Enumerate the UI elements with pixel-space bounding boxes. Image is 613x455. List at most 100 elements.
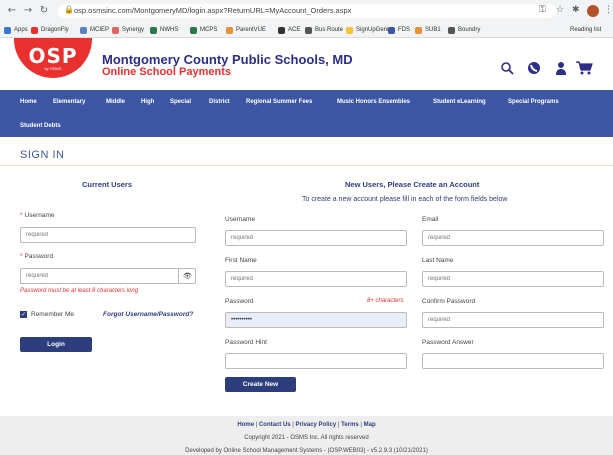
bookmark-parentvue[interactable]: ParentVUE (226, 25, 266, 35)
login-username-input[interactable] (20, 227, 196, 243)
bookmark-label: Apps (14, 27, 28, 33)
bookmark-icon (4, 26, 11, 34)
bookmark-icon (448, 26, 455, 34)
password-hint-input[interactable] (225, 353, 407, 369)
remember-checkbox[interactable]: ✓ (20, 311, 27, 318)
confirm-password-input[interactable] (422, 312, 604, 328)
new-username-label: Username (225, 216, 255, 223)
bookmark-bus-route[interactable]: Bus Route (305, 25, 343, 35)
new-password-label: Password (225, 298, 254, 305)
bookmark-icon (226, 26, 233, 34)
forgot-link[interactable]: Forgot Username/Password? (103, 311, 193, 318)
last-name-label: Last Name (422, 257, 454, 264)
nav-student-debts[interactable]: Student Debts (20, 123, 61, 129)
nav-music-honors[interactable]: Music Honors Ensembles (337, 99, 410, 105)
bookmark-ace[interactable]: ACE (278, 25, 300, 35)
remember-label: Remember Me (31, 311, 74, 318)
nav-student-elearning[interactable]: Student eLearning (433, 99, 486, 105)
bookmark-label: MCPS (200, 27, 218, 33)
school-name: Montgomery County Public Schools, MD (102, 52, 353, 67)
bookmark-label: Boundry (458, 27, 481, 33)
login-button[interactable]: Login (20, 337, 92, 352)
first-name-input[interactable] (225, 271, 407, 287)
back-icon[interactable]: ← (6, 5, 18, 17)
url-text: osp.osmsinc.com/MontgomeryMD/login.aspx?… (74, 6, 352, 15)
page-title: SIGN IN (20, 149, 65, 161)
new-password-input[interactable]: •••••••••• (225, 312, 407, 328)
password-length-hint: 8+ characters (367, 298, 404, 304)
reading-list[interactable]: Reading list (570, 25, 601, 35)
nav-high[interactable]: High (141, 99, 154, 105)
password-answer-input[interactable] (422, 353, 604, 369)
bookmark-mcps[interactable]: MCPS (190, 25, 217, 35)
user-icon[interactable] (555, 61, 567, 79)
nav-regional-summer-fees[interactable]: Regional Summer Fees (246, 99, 312, 105)
bookmark-mciep[interactable]: MCIEP (80, 25, 109, 35)
bookmark-label: ACE (288, 27, 301, 33)
password-answer-label: Password Answer (422, 339, 474, 346)
osp-logo[interactable]: OSP by OSMS (14, 38, 92, 78)
developed-by: Developed by Online School Management Sy… (185, 448, 428, 454)
bookmark-icon (150, 26, 157, 34)
bookmarks-bar: Apps DragonFly MCIEP Synergy NWHS MCPS ParentV… (0, 23, 613, 37)
profile-avatar[interactable] (587, 5, 599, 17)
login-password-input[interactable] (20, 268, 196, 284)
footer-link-privacy[interactable]: Privacy Policy (296, 422, 337, 428)
bookmark-apps[interactable]: Apps (4, 25, 28, 35)
forward-icon[interactable]: → (22, 5, 34, 17)
bookmark-label: Synergy (122, 27, 145, 33)
bookmark-boundry[interactable]: Boundry (448, 25, 480, 35)
bookmark-label: NWHS (160, 27, 179, 33)
footer-link-map[interactable]: Map (364, 422, 376, 428)
url-bar[interactable]: 🔒 osp.osmsinc.com/MontgomeryMD/login.asp… (58, 4, 556, 18)
bookmark-label: FDS (398, 27, 410, 33)
reload-icon[interactable]: ↻ (38, 5, 50, 17)
copyright: Copyright 2021 - OSMS Inc. All rights re… (244, 435, 369, 441)
nav-home[interactable]: Home (20, 99, 37, 105)
bookmark-synergy[interactable]: Synergy (112, 25, 144, 35)
footer-link-contact[interactable]: Contact Us (259, 422, 291, 428)
first-name-label: First Name (225, 257, 257, 264)
school-subtitle: Online School Payments (102, 66, 231, 78)
new-users-heading: New Users, Please Create an Account (345, 180, 480, 189)
nav-district[interactable]: District (209, 99, 230, 105)
create-new-button[interactable]: Create New (225, 377, 296, 392)
nav-middle[interactable]: Middle (106, 99, 125, 105)
address-row: ← → ↻ 🔒 osp.osmsinc.com/MontgomeryMD/log… (0, 3, 613, 21)
bookmark-sub1[interactable]: SUB1 (415, 25, 441, 35)
footer-link-home[interactable]: Home (237, 422, 254, 428)
menu-icon[interactable]: ⋮ (604, 5, 613, 15)
email-label: Email (422, 216, 439, 223)
lock-icon: 🔒 (64, 5, 74, 14)
bookmark-icon (415, 26, 422, 34)
cart-icon[interactable] (576, 61, 594, 79)
new-username-input[interactable] (225, 230, 407, 246)
search-icon[interactable] (500, 61, 514, 79)
bookmark-label: Bus Route (315, 27, 344, 33)
nav-elementary[interactable]: Elementary (53, 99, 85, 105)
bookmark-label: ParentVUE (236, 27, 267, 33)
bookmark-icon (190, 26, 197, 34)
extension-icon[interactable]: ✱ (572, 5, 580, 15)
bookmark-label: SUB1 (425, 27, 441, 33)
bookmark-fds[interactable]: FDS (388, 25, 410, 35)
logo-text: OSP (28, 44, 78, 68)
bookmark-nwhs[interactable]: NWHS (150, 25, 178, 35)
last-name-input[interactable] (422, 271, 604, 287)
bookmark-icon (31, 26, 38, 34)
nav-special-programs[interactable]: Special Programs (508, 99, 559, 105)
password-label: * Password (20, 253, 54, 260)
bookmark-icon (305, 26, 312, 34)
email-input[interactable] (422, 230, 604, 246)
phone-icon[interactable] (527, 61, 541, 79)
divider (0, 165, 613, 166)
star-icon[interactable]: ☆ (556, 5, 564, 15)
key-icon[interactable]: ⚿ (539, 5, 546, 15)
bookmark-label: MCIEP (90, 27, 110, 33)
nav-special[interactable]: Special (170, 99, 191, 105)
eye-icon[interactable]: 👁 (178, 268, 196, 284)
bookmark-dragonfly[interactable]: DragonFly (31, 25, 69, 35)
password-hint-label: Password Hint (225, 339, 267, 346)
logo-sub: by OSMS (44, 66, 62, 71)
footer-link-terms[interactable]: Terms (341, 422, 359, 428)
